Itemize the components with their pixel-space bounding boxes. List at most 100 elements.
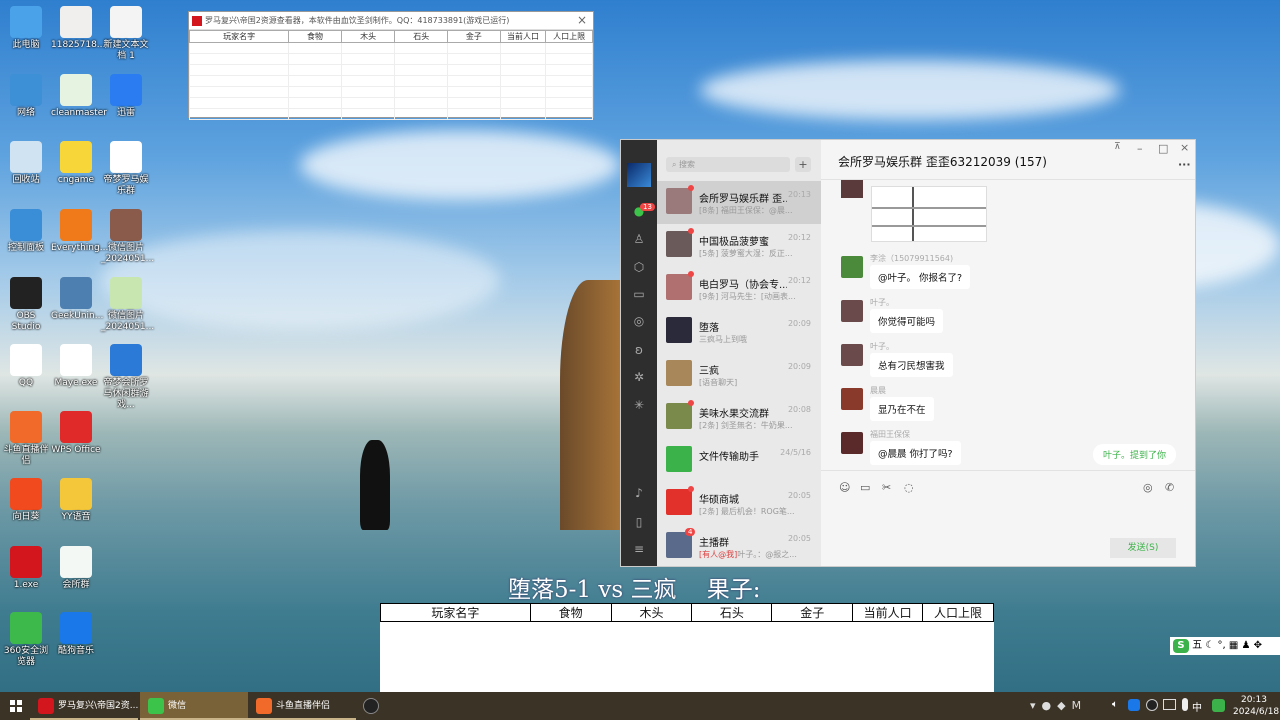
- message-bubble[interactable]: 你觉得可能吗: [870, 309, 944, 333]
- minimize-button[interactable]: –: [1137, 142, 1143, 155]
- desktop-icon[interactable]: QQ: [1, 344, 51, 389]
- taskbar: 罗马复兴\帝国2资... 微信 斗鱼直播伴侣 ▾●◆Ⅿ 🔈︎ 中 20:13 202…: [0, 692, 1280, 720]
- desktop-icon[interactable]: 1.exe: [1, 546, 51, 591]
- message-bubble[interactable]: 总有刁民想害我: [870, 353, 953, 377]
- desktop-icon[interactable]: 帝梦罗马娱乐群: [101, 141, 151, 197]
- mention-tip[interactable]: 叶子。提到了你: [1093, 444, 1177, 465]
- chat-list-item[interactable]: 三疯 20:09 [语音聊天]: [657, 353, 821, 396]
- ime-mode[interactable]: 五: [1192, 640, 1202, 651]
- file-icon[interactable]: ▭: [860, 481, 870, 494]
- column-header[interactable]: 木头: [340, 30, 396, 43]
- desktop-icon[interactable]: 控制面板: [1, 209, 51, 254]
- call-icon[interactable]: ✆: [1165, 481, 1174, 494]
- sender-avatar[interactable]: [841, 432, 863, 454]
- message-bubble[interactable]: 显乃在不在: [870, 397, 934, 421]
- desktop-icon[interactable]: Everything...: [51, 209, 108, 254]
- sender-avatar[interactable]: [841, 388, 863, 410]
- obs-taskbar-icon[interactable]: [363, 698, 379, 714]
- chat-list-item[interactable]: 堕落 20:09 三疯马上到哦: [657, 310, 821, 353]
- send-button[interactable]: 发送(S): [1110, 538, 1176, 558]
- more-button[interactable]: ···: [1178, 158, 1191, 171]
- mini-programs-icon[interactable]: ✳: [632, 398, 646, 412]
- desktop-icon[interactable]: Maye.exe: [51, 344, 101, 389]
- chat-list-item[interactable]: 电白罗马（协会专... 20:12 [9条] 河马先生：[动画表...: [657, 267, 821, 310]
- desktop-icon[interactable]: 微信图片_2024051...: [101, 209, 154, 265]
- chat-title: 会所罗马娱乐群 歪歪63212039 (157): [838, 155, 1047, 169]
- desktop-icon[interactable]: 向日葵: [1, 478, 51, 523]
- sender-avatar[interactable]: [841, 300, 863, 322]
- chat-list-item[interactable]: 4 主播群 20:05 [有人@我]叶子。：@报之...: [657, 525, 821, 568]
- sender-avatar[interactable]: [841, 344, 863, 366]
- desktop-icon[interactable]: 11825718...: [51, 6, 105, 51]
- kugou-tray-icon[interactable]: [1128, 699, 1140, 711]
- volume-icon[interactable]: 🔈︎: [1112, 699, 1118, 710]
- desktop-icon[interactable]: WPS Office: [51, 411, 101, 456]
- desktop-icon[interactable]: 回收站: [1, 141, 51, 186]
- desktop-icon[interactable]: 帝梦会所罗马休闲群游戏...: [101, 344, 151, 411]
- favorites-icon[interactable]: ⬡: [632, 260, 646, 274]
- desktop-icon[interactable]: 斗鱼直播伴侣: [1, 411, 51, 467]
- chat-list-item[interactable]: 文件传输助手 24/5/16: [657, 439, 821, 482]
- add-button[interactable]: +: [795, 157, 811, 172]
- search-feature-icon[interactable]: ✲: [632, 370, 646, 384]
- taskbar-item[interactable]: 斗鱼直播伴侣: [248, 692, 356, 720]
- desktop-icon[interactable]: cngame: [51, 141, 101, 186]
- folder-icon[interactable]: ▭: [632, 287, 646, 301]
- desktop-icon[interactable]: 迅雷: [101, 74, 151, 119]
- desktop-icon[interactable]: 网络: [1, 74, 51, 119]
- desktop-icon[interactable]: 酷狗音乐: [51, 612, 101, 657]
- phone-icon[interactable]: ▯: [632, 515, 646, 529]
- taskbar-item[interactable]: 微信: [140, 692, 248, 720]
- maximize-button[interactable]: □: [1158, 142, 1168, 155]
- chat-list-item[interactable]: 中国极品菠萝蜜 20:12 [5条] 菠萝蜜大湿：反正...: [657, 224, 821, 267]
- desktop-icon[interactable]: 360安全浏览器: [1, 612, 51, 668]
- sender-avatar[interactable]: [841, 256, 863, 278]
- ime-toolbar[interactable]: S 五 ☾ °, ▦ ♟ ✥: [1170, 637, 1280, 655]
- obs-tray-icon[interactable]: [1146, 699, 1158, 711]
- taskbar-item[interactable]: 罗马复兴\帝国2资...: [30, 692, 138, 720]
- pin-button[interactable]: ⊼: [1114, 142, 1121, 152]
- emoji-icon[interactable]: ☺: [839, 481, 850, 494]
- clock-time[interactable]: 20:13: [1241, 695, 1267, 705]
- desktop-icon[interactable]: 微信图片_2024051...: [101, 277, 154, 333]
- column-header[interactable]: 食物: [288, 30, 342, 43]
- image-message[interactable]: [871, 186, 987, 242]
- start-button[interactable]: [10, 700, 22, 712]
- column-header[interactable]: 金子: [447, 30, 501, 43]
- desktop-icon[interactable]: YY语音: [51, 478, 101, 523]
- mic-icon[interactable]: [1182, 698, 1188, 711]
- clock-date[interactable]: 2024/6/18: [1233, 707, 1279, 717]
- desktop-icon[interactable]: cleanmaster: [51, 74, 107, 119]
- music-icon[interactable]: ♪: [632, 486, 646, 500]
- message-input[interactable]: [831, 500, 1186, 535]
- contacts-icon[interactable]: ♙: [632, 232, 646, 246]
- chat-list-item[interactable]: 美味水果交流群 20:08 [2条] 剑圣無名：牛奶果...: [657, 396, 821, 439]
- desktop-icon[interactable]: 新建文本文档 1: [101, 6, 151, 62]
- chat-list-item[interactable]: 华硕商城 20:05 [2条] 最后机会！ROG笔...: [657, 482, 821, 525]
- sogou-tray-icon[interactable]: [1212, 699, 1225, 712]
- screenshot-icon[interactable]: ✂: [882, 481, 891, 494]
- desktop-icon[interactable]: GeekUnin...: [51, 277, 103, 322]
- column-header[interactable]: 人口上限: [545, 30, 593, 43]
- sender-name: 叶子。: [870, 342, 894, 351]
- column-header[interactable]: 当前人口: [499, 30, 547, 43]
- network-icon[interactable]: [1163, 699, 1176, 710]
- moments-icon[interactable]: ◎: [632, 314, 646, 328]
- desktop-icon[interactable]: 此电脑: [1, 6, 51, 51]
- chat-list-item[interactable]: 会所罗马娱乐群 歪... 20:13 [8条] 福田王保保：@晨...: [657, 181, 821, 224]
- message-bubble[interactable]: @晨晨 你打了吗?: [870, 441, 961, 465]
- menu-icon[interactable]: ≡: [632, 542, 646, 556]
- column-header[interactable]: 玩家名字: [188, 30, 290, 43]
- close-button[interactable]: ×: [577, 13, 587, 27]
- message-bubble[interactable]: @叶子。 你报名了?: [870, 265, 971, 289]
- close-button[interactable]: ×: [1180, 141, 1189, 154]
- input-language[interactable]: 中: [1192, 699, 1202, 714]
- live-icon[interactable]: ◎: [1143, 481, 1153, 494]
- channels-icon[interactable]: ʚ: [632, 343, 646, 357]
- user-avatar[interactable]: [627, 163, 651, 187]
- desktop-icon[interactable]: 会所群: [51, 546, 101, 591]
- column-header[interactable]: 石头: [394, 30, 449, 43]
- search-input[interactable]: ⌕ 搜索: [666, 157, 790, 172]
- chat-history-icon[interactable]: ◌: [904, 481, 914, 494]
- desktop-icon[interactable]: OBS Studio: [1, 277, 51, 333]
